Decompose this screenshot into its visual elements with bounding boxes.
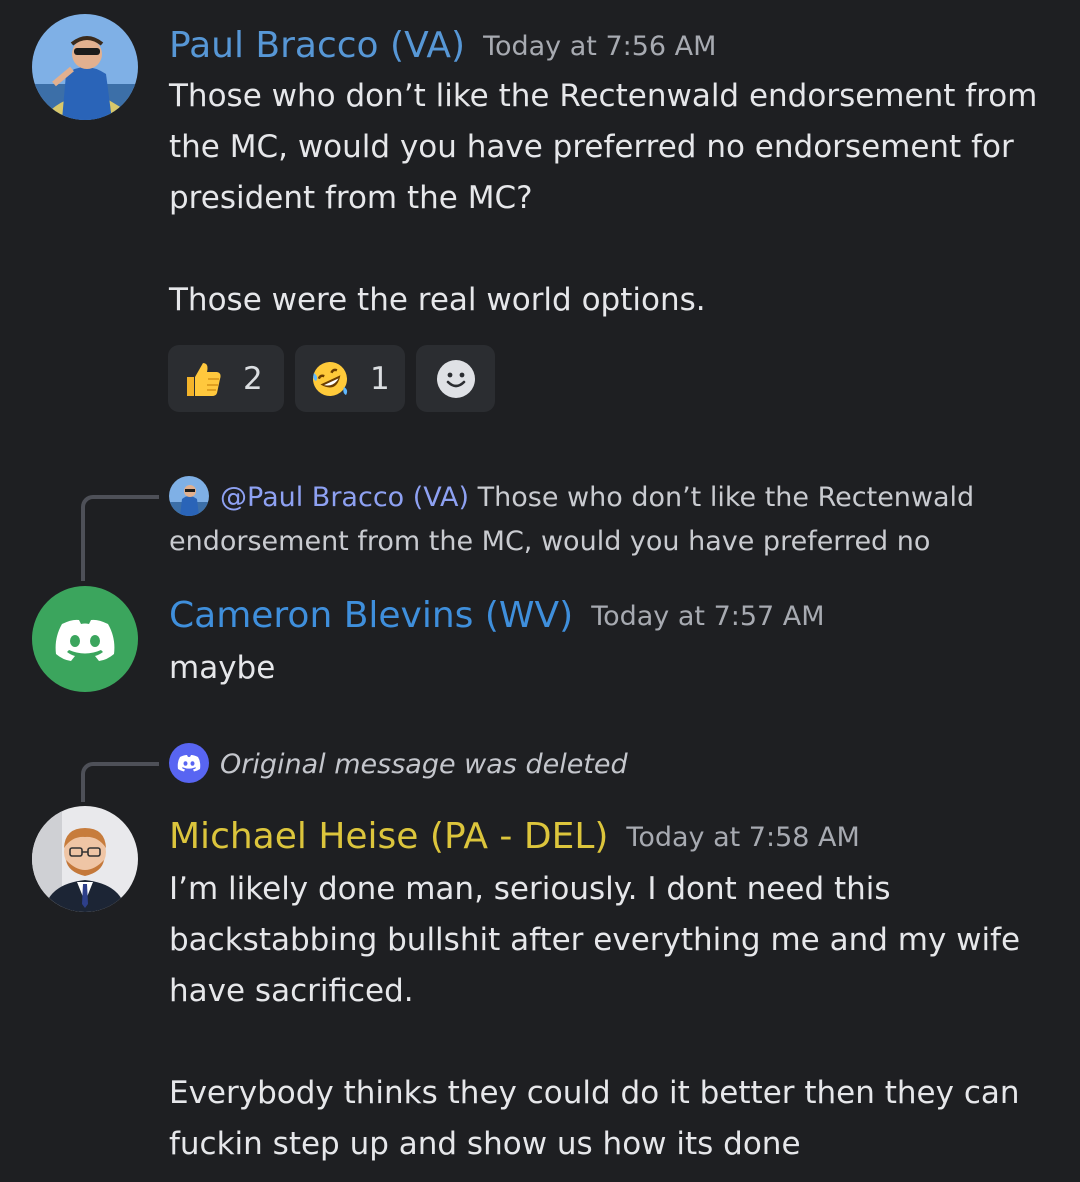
- message-timestamp: Today at 7:56 AM: [483, 31, 717, 62]
- avatar-paul-bracco[interactable]: [32, 14, 138, 120]
- add-reaction-icon: [436, 359, 476, 399]
- message-content: I’m likely done man, seriously. I dont n…: [169, 871, 1021, 1162]
- avatar-cameron-blevins[interactable]: [32, 586, 138, 692]
- message-content: maybe: [169, 650, 276, 686]
- reaction-thumbs-up[interactable]: 2: [168, 345, 284, 412]
- discord-icon: [169, 743, 209, 783]
- reply-preview: Original message was deleted: [169, 743, 1049, 787]
- reply-mention[interactable]: @Paul Bracco (VA): [220, 482, 469, 513]
- message-timestamp: Today at 7:58 AM: [626, 822, 860, 853]
- reply-preview[interactable]: @Paul Bracco (VA) Those who don’t like t…: [169, 476, 1049, 564]
- reply-avatar-paul-bracco: [169, 476, 209, 516]
- author-name[interactable]: Cameron Blevins (WV): [169, 595, 573, 636]
- reaction-count: 1: [370, 360, 390, 397]
- avatar-michael-heise[interactable]: [32, 806, 138, 912]
- message-content: Those who don’t like the Rectenwald endo…: [169, 78, 1038, 318]
- message-timestamp: Today at 7:57 AM: [591, 601, 825, 632]
- author-name[interactable]: Michael Heise (PA - DEL): [169, 816, 608, 857]
- reply-connector: [81, 495, 159, 581]
- reaction-count: 2: [243, 360, 263, 397]
- author-name[interactable]: Paul Bracco (VA): [169, 25, 465, 66]
- reactions-bar: 2 1: [168, 345, 495, 412]
- reaction-rofl[interactable]: 1: [295, 345, 405, 412]
- deleted-message-notice: Original message was deleted: [220, 749, 628, 780]
- rofl-icon: [310, 359, 350, 399]
- add-reaction-button[interactable]: [416, 345, 495, 412]
- thumbs-up-icon: [183, 359, 223, 399]
- reply-connector: [81, 762, 159, 802]
